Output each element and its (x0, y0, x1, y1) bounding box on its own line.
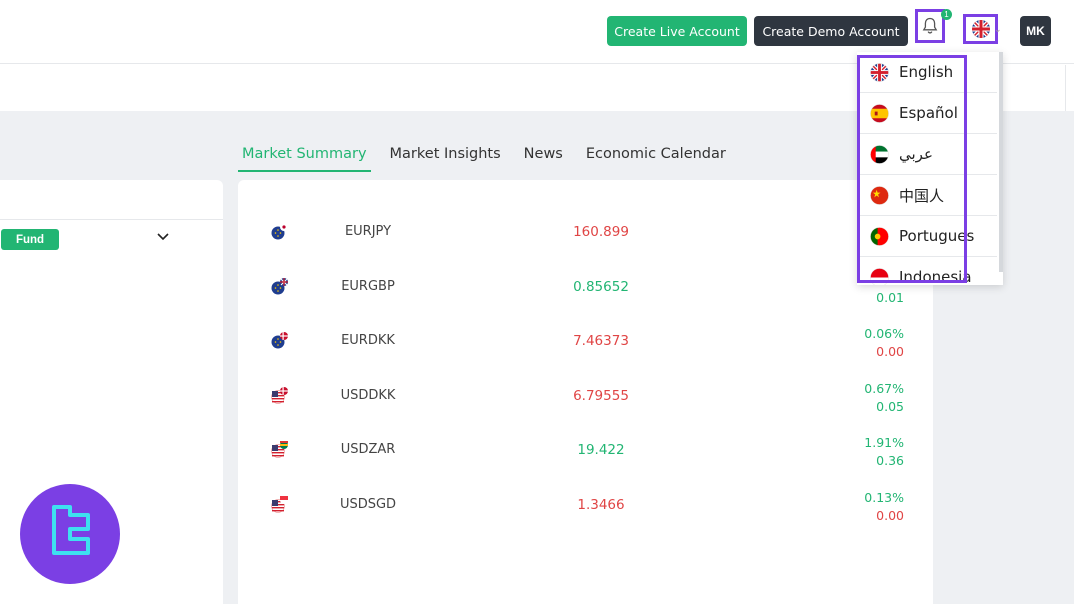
percent-change: 0.67% (864, 380, 904, 396)
language-label: 中国人 (899, 186, 945, 205)
language-option[interactable]: Indonesia (857, 257, 997, 285)
language-label: English (899, 63, 954, 81)
eur-jpy-flag-icon (270, 222, 290, 247)
china-flag-icon (870, 185, 889, 205)
price-value: 7.46373 (573, 333, 629, 349)
tab-market-insights[interactable]: Market Insights (386, 142, 505, 172)
tab-economic-calendar[interactable]: Economic Calendar (582, 142, 730, 172)
eur-dkk-flag-icon (270, 331, 290, 356)
language-option[interactable]: 中国人 (857, 175, 997, 216)
notification-count-badge: 1 (941, 9, 952, 20)
market-row[interactable]: EURGBP 0.85652 0.01 (238, 262, 933, 316)
chevron-down-icon[interactable] (156, 232, 170, 242)
chevron-down-icon: ⌄ (994, 24, 1002, 34)
usd-dkk-flag-icon (270, 386, 290, 411)
language-label: Indonesia (899, 268, 972, 285)
create-live-account-button[interactable]: Create Live Account (607, 16, 747, 46)
absolute-change: 0.00 (876, 507, 904, 523)
fund-button[interactable]: Fund (1, 229, 59, 250)
symbol-label: EURDKK (341, 333, 395, 348)
symbol-label: USDDKK (340, 387, 396, 403)
language-option[interactable]: English (857, 52, 997, 93)
symbol-label: USDZAR (340, 442, 396, 457)
uk-flag-icon (971, 20, 990, 38)
market-row[interactable]: EURJPY 160.899 (238, 207, 933, 261)
price-value: 1.3466 (577, 496, 625, 513)
market-tabs: Market Summary Market Insights News Econ… (238, 142, 745, 172)
price-value: 0.85652 (573, 278, 629, 295)
symbol-label: USDSGD (339, 496, 397, 512)
absolute-change: 0.05 (876, 398, 904, 414)
user-avatar[interactable]: MK (1020, 16, 1051, 46)
language-label: Portugues (899, 227, 975, 245)
bell-icon (922, 17, 938, 34)
uae-flag-icon (870, 144, 889, 164)
tab-market-summary[interactable]: Market Summary (238, 142, 371, 172)
absolute-change: 0.00 (876, 344, 904, 359)
market-row[interactable]: USDZAR 19.422 1.91% 0.36 (238, 425, 933, 479)
divider (0, 219, 223, 220)
market-row[interactable]: USDSGD 1.3466 0.13% 0.00 (238, 480, 933, 534)
tc-logo-icon (52, 505, 90, 555)
price-value: 6.79555 (573, 387, 629, 404)
create-demo-account-button[interactable]: Create Demo Account (754, 16, 908, 46)
percent-change: 0.06% (864, 326, 904, 341)
eur-gbp-flag-icon (270, 277, 290, 302)
language-dropdown: English Español عربي 中国人 Portugues Indonesia (857, 52, 1003, 285)
percent-change: 0.13% (864, 489, 904, 505)
market-summary-panel: EURJPY 160.899 EURGBP 0.85652 0.01 EURDKK 7.46… (238, 180, 933, 604)
language-selector-button[interactable] (963, 14, 998, 44)
symbol-label: EURJPY (344, 224, 392, 239)
language-option[interactable]: عربي (857, 134, 997, 175)
percent-change: 1.91% (864, 435, 904, 450)
dropdown-scrollbar[interactable] (999, 52, 1003, 272)
indonesia-flag-icon (870, 267, 889, 285)
price-value: 19.422 (577, 442, 625, 458)
absolute-change: 0.36 (876, 453, 904, 468)
spain-flag-icon (870, 103, 889, 123)
absolute-change: 0.01 (876, 289, 904, 305)
market-row[interactable]: USDDKK 6.79555 0.67% 0.05 (238, 371, 933, 425)
uk-flag-icon (870, 62, 889, 82)
language-option[interactable]: Español (857, 93, 997, 134)
usd-sgd-flag-icon (270, 495, 290, 520)
usd-zar-flag-icon (270, 440, 290, 465)
language-label: عربي (899, 145, 933, 163)
tab-news[interactable]: News (520, 142, 567, 172)
language-label: Español (899, 104, 958, 122)
brand-logo (20, 484, 120, 584)
market-row[interactable]: EURDKK 7.46373 0.06% 0.00 (238, 316, 933, 370)
price-value: 160.899 (573, 224, 629, 240)
portugal-flag-icon (870, 226, 889, 246)
symbol-label: EURGBP (341, 278, 395, 294)
language-option[interactable]: Portugues (857, 216, 997, 257)
